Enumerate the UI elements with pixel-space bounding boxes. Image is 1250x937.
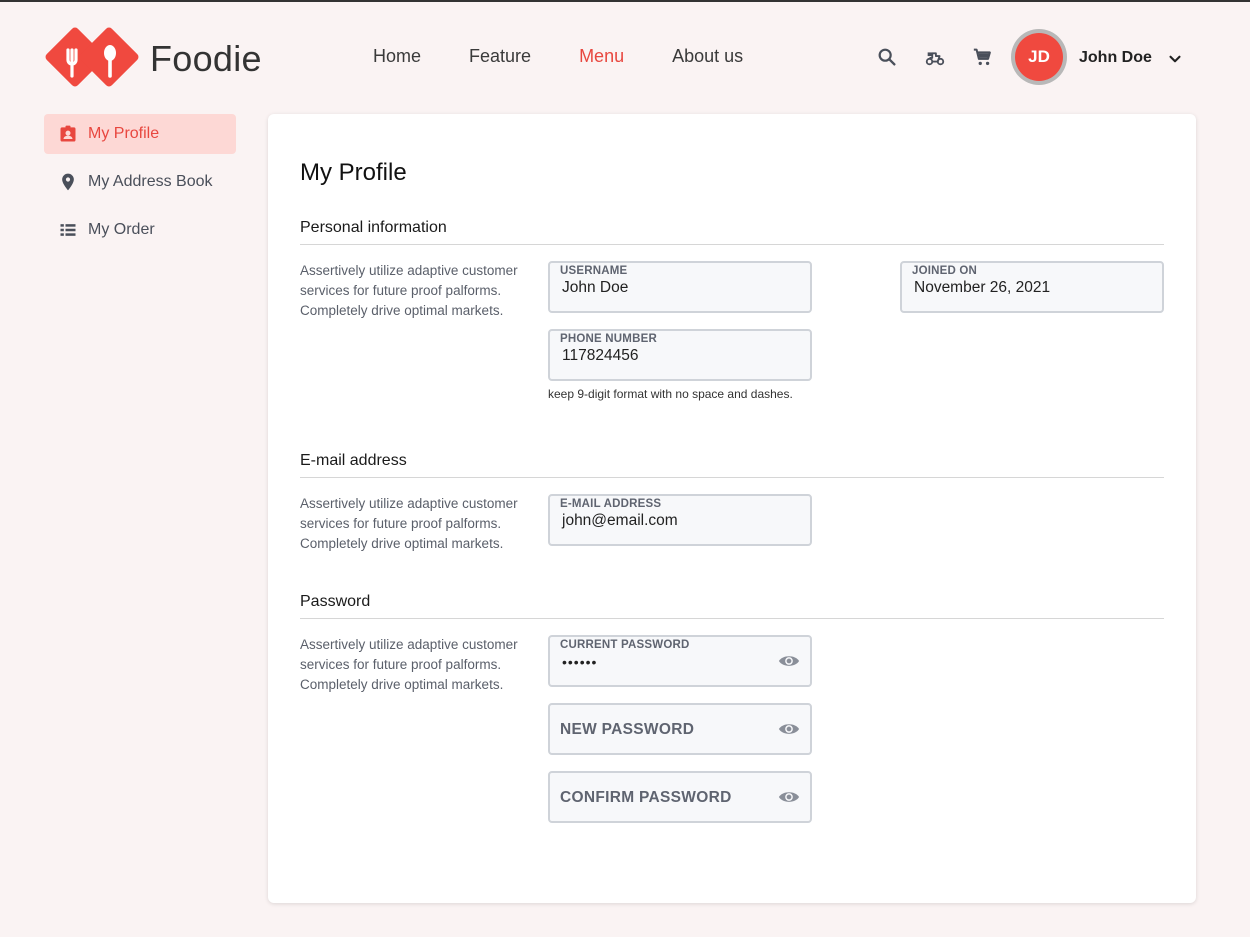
delivery-scooter-icon[interactable] xyxy=(924,46,946,68)
joined-on-field[interactable]: JOINED ON November 26, 2021 xyxy=(900,261,1164,313)
section-title-password: Password xyxy=(300,593,371,610)
section-description: Assertively utilize adaptive customer se… xyxy=(300,496,518,551)
location-pin-icon xyxy=(62,173,74,191)
nav-feature[interactable]: Feature xyxy=(469,46,531,67)
sidebar-item-label: My Order xyxy=(88,221,155,238)
sidebar-item-my-profile[interactable]: My Profile xyxy=(44,114,236,154)
phone-hint: keep 9-digit format with no space and da… xyxy=(548,387,793,401)
eye-icon[interactable] xyxy=(778,787,800,807)
cart-icon[interactable] xyxy=(972,46,994,68)
divider xyxy=(300,244,1164,245)
field-value: November 26, 2021 xyxy=(914,279,1051,296)
field-value: 117824456 xyxy=(562,347,639,364)
nav-menu[interactable]: Menu xyxy=(579,46,624,67)
sidebar-item-my-address-book[interactable]: My Address Book xyxy=(44,162,236,202)
section-description: Assertively utilize adaptive customer se… xyxy=(300,637,518,692)
nav-about-us[interactable]: About us xyxy=(672,46,743,67)
account-sidebar: My Profile My Address Book My Order xyxy=(44,114,236,258)
phone-number-field[interactable]: PHONE NUMBER 117824456 xyxy=(548,329,812,381)
eye-icon[interactable] xyxy=(778,651,800,671)
field-label: E-MAIL ADDRESS xyxy=(560,498,662,510)
profile-card: My Profile Personal information Assertiv… xyxy=(268,114,1196,903)
field-label: PHONE NUMBER xyxy=(560,333,657,345)
current-password-field[interactable]: CURRENT PASSWORD •••••• xyxy=(548,635,812,687)
top-header: Foodie Home Feature Menu About us JD Joh… xyxy=(0,2,1250,112)
divider xyxy=(300,618,1164,619)
confirm-password-field[interactable]: CONFIRM PASSWORD xyxy=(548,771,812,823)
header-actions xyxy=(876,46,1020,68)
avatar-initials: JD xyxy=(1015,33,1063,81)
section-title-personal: Personal information xyxy=(300,219,447,236)
profile-badge-icon xyxy=(60,125,76,142)
field-label: USERNAME xyxy=(560,265,628,277)
email-field[interactable]: E-MAIL ADDRESS john@email.com xyxy=(548,494,812,546)
search-icon[interactable] xyxy=(876,46,898,68)
section-title-email: E-mail address xyxy=(300,452,407,469)
field-label: CURRENT PASSWORD xyxy=(560,639,690,651)
field-label: JOINED ON xyxy=(912,265,978,277)
brand-logo[interactable]: Foodie xyxy=(44,26,262,92)
page-title: My Profile xyxy=(300,159,407,186)
brand-name: Foodie xyxy=(150,38,262,79)
user-name[interactable]: John Doe xyxy=(1079,49,1152,67)
field-value: •••••• xyxy=(562,654,598,670)
new-password-field[interactable]: NEW PASSWORD xyxy=(548,703,812,755)
sidebar-item-label: My Address Book xyxy=(88,173,213,190)
field-placeholder: CONFIRM PASSWORD xyxy=(560,789,732,806)
sidebar-item-my-order[interactable]: My Order xyxy=(44,210,236,250)
sidebar-item-label: My Profile xyxy=(88,125,160,142)
field-placeholder: NEW PASSWORD xyxy=(560,721,695,738)
user-avatar[interactable]: JD xyxy=(1011,29,1067,85)
field-value: John Doe xyxy=(562,279,629,296)
logo-mark-icon xyxy=(45,27,139,87)
eye-icon[interactable] xyxy=(778,719,800,739)
divider xyxy=(300,477,1164,478)
username-field[interactable]: USERNAME John Doe xyxy=(548,261,812,313)
section-description: Assertively utilize adaptive customer se… xyxy=(300,263,518,318)
nav-home[interactable]: Home xyxy=(373,46,421,67)
list-icon xyxy=(60,224,76,236)
chevron-down-icon[interactable] xyxy=(1166,50,1184,68)
main-nav: Home Feature Menu About us xyxy=(373,46,791,67)
field-value: john@email.com xyxy=(562,512,678,529)
